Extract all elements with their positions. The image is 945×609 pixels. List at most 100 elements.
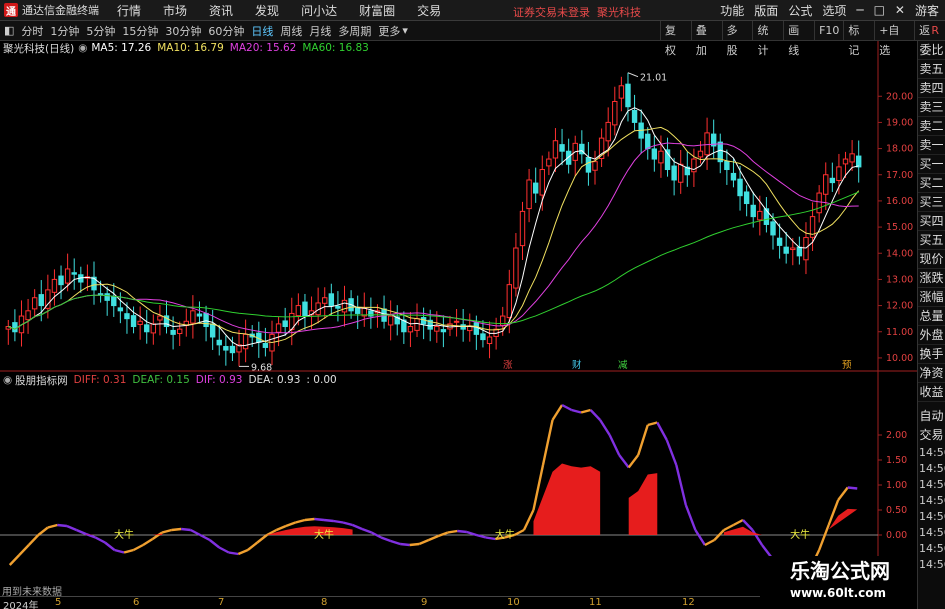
candle-body	[229, 345, 236, 354]
diff-segment	[732, 518, 744, 527]
event-marker: 预	[842, 360, 852, 371]
diff-segment	[704, 538, 715, 547]
side-item[interactable]: 委比	[918, 41, 945, 60]
candle-body	[150, 323, 157, 334]
candle-body	[157, 315, 163, 321]
price-tick-label: 10.00	[886, 353, 913, 364]
diff-segment	[428, 534, 439, 542]
year-label: 2024年	[3, 601, 39, 609]
diff-segment	[561, 403, 573, 412]
diff-segment	[314, 517, 325, 522]
candle-body	[849, 153, 855, 163]
price-tick-label: 15.00	[886, 222, 913, 233]
diff-segment	[599, 419, 611, 436]
side-item[interactable]: 卖三	[918, 98, 945, 117]
tick-time: 14:56	[919, 478, 945, 491]
side-item[interactable]: 卖四	[918, 79, 945, 98]
diff-segment	[8, 554, 21, 566]
future-data-note: 用到未来数据	[2, 587, 62, 598]
candle-body	[486, 336, 493, 345]
side-item[interactable]: 涨跌	[918, 269, 945, 288]
candle-body	[770, 221, 776, 236]
candle-body	[64, 268, 71, 284]
side-item[interactable]: 总量	[918, 307, 945, 326]
candle-body	[783, 246, 789, 254]
ind-tick-label: 1.50	[886, 455, 907, 466]
side-item[interactable]: 卖一	[918, 136, 945, 155]
side-item[interactable]: 收益	[918, 383, 945, 402]
candle-body	[625, 83, 631, 108]
candle-body	[823, 174, 829, 195]
diff-segment	[47, 523, 58, 529]
month-label: 10	[507, 597, 520, 608]
diff-segment	[571, 408, 582, 414]
back-button[interactable]: 返回	[914, 21, 945, 57]
side-item[interactable]: 现价	[918, 250, 945, 269]
diff-segment	[171, 527, 182, 532]
candle-body	[440, 329, 447, 333]
side-item[interactable]: 净资	[918, 364, 945, 383]
candle-body	[513, 247, 519, 289]
diff-segment	[228, 551, 239, 556]
candle-body	[592, 161, 598, 171]
side-item[interactable]: 买三	[918, 193, 945, 212]
diff-segment	[304, 517, 315, 522]
diff-segment	[295, 518, 306, 524]
side-item[interactable]: 换手	[918, 345, 945, 364]
candle-body	[539, 169, 545, 196]
candle-body	[671, 165, 677, 181]
candle-body	[829, 177, 836, 184]
candle-body	[453, 320, 460, 323]
side-item[interactable]: 外盘	[918, 326, 945, 345]
diff-segment	[447, 529, 458, 534]
high-label: 21.01	[640, 73, 667, 84]
candle-body	[776, 237, 783, 246]
candle-body	[612, 100, 618, 126]
price-tick-label: 18.00	[886, 144, 913, 155]
side-item[interactable]: 卖二	[918, 117, 945, 136]
side-item[interactable]: 涨幅	[918, 288, 945, 307]
side-item[interactable]: 买一	[918, 155, 945, 174]
red-wedge	[628, 473, 658, 535]
auto-trade-button[interactable]: 交易	[918, 426, 945, 445]
diff-segment	[847, 486, 858, 490]
tick-time: 14:56	[919, 494, 945, 507]
month-label: 5	[55, 597, 62, 608]
user-label[interactable]: 游客	[915, 2, 939, 19]
diff-segment	[818, 524, 830, 551]
candle-body	[678, 163, 684, 183]
red-wedge	[533, 463, 601, 535]
diff-segment	[208, 539, 220, 549]
side-item[interactable]: 买五	[918, 231, 945, 250]
candle-body	[275, 323, 282, 333]
side-item[interactable]: 买四	[918, 212, 945, 231]
candle-body	[262, 342, 269, 348]
candle-body	[117, 307, 124, 312]
candle-body	[757, 210, 763, 221]
realtime-badge: R	[931, 24, 939, 37]
candle-body	[480, 333, 486, 341]
month-label: 8	[321, 597, 328, 608]
candle-body	[223, 346, 229, 351]
candle-body	[302, 301, 308, 317]
month-label: 6	[133, 597, 140, 608]
auto-trade-button[interactable]: 自动	[918, 407, 945, 426]
candle-body	[420, 317, 427, 325]
candle-body	[631, 109, 638, 123]
candle-body	[51, 278, 58, 293]
watermark-title: 乐淘公式网	[790, 559, 890, 583]
tick-time: 14:56	[919, 526, 945, 539]
price-chart[interactable]: 10.00 11.00 12.00 13.00 14.00 15.00 16.00 17.00…	[0, 0, 917, 596]
diff-segment	[18, 544, 30, 556]
diff-segment	[123, 548, 134, 554]
candle-body	[137, 320, 143, 325]
diff-segment	[608, 434, 621, 456]
candle-body	[196, 313, 203, 317]
candle-body	[526, 179, 532, 210]
candle-body	[842, 158, 849, 165]
side-item[interactable]: 卖五	[918, 60, 945, 79]
side-item[interactable]: 买二	[918, 174, 945, 193]
ma-line-60	[8, 191, 859, 330]
quote-side-panel: 委比 卖五 卖四 卖三 卖二 卖一 买一 买二 买三 买四 买五 现价 涨跌 涨幅 总量 外盘 换手 净资 收益自动…	[917, 41, 945, 609]
candle-body	[407, 326, 414, 333]
